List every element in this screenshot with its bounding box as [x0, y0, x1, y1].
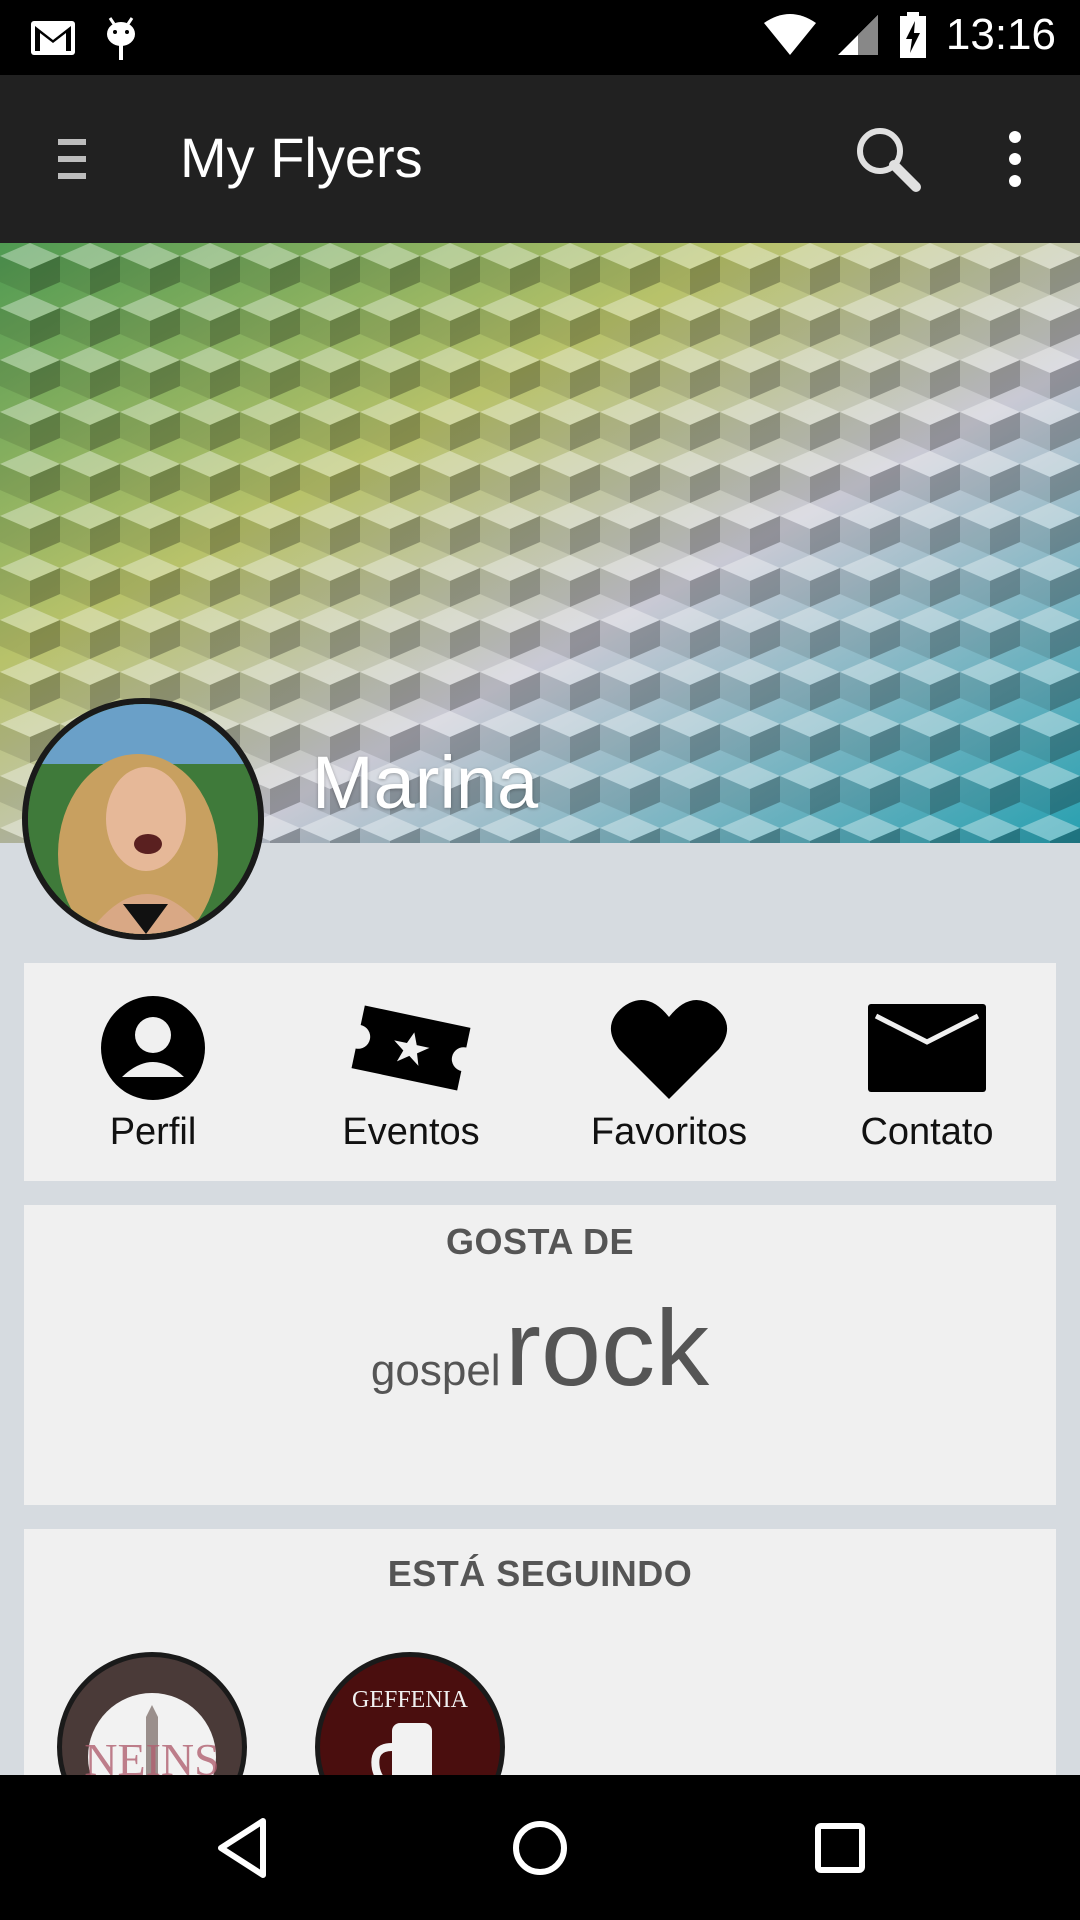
back-icon	[218, 1818, 266, 1878]
recents-icon	[815, 1823, 865, 1873]
home-icon	[513, 1821, 567, 1875]
profile-name: Marina	[312, 741, 539, 824]
nav-perfil[interactable]: Perfil	[24, 993, 282, 1173]
menu-icon	[58, 139, 86, 179]
battery-charging-icon	[899, 12, 926, 58]
nav-label-favoritos: Favoritos	[590, 1111, 748, 1153]
app-title: My Flyers	[180, 126, 423, 189]
tag-rock[interactable]: rock	[505, 1287, 709, 1408]
back-button[interactable]	[205, 1811, 279, 1885]
mail-icon	[868, 1004, 986, 1092]
heart-icon	[610, 999, 728, 1099]
nav-favoritos[interactable]: Favoritos	[540, 993, 798, 1173]
search-icon	[857, 128, 921, 192]
home-button[interactable]	[503, 1811, 577, 1885]
likes-card: GOSTA DE gospel rock	[24, 1205, 1056, 1505]
geffenia-logo-text: GEFFENIA	[352, 1687, 469, 1713]
nav-label-eventos: Eventos	[342, 1111, 480, 1153]
status-time: 13:16	[945, 10, 1056, 59]
tag-gospel[interactable]: gospel	[371, 1346, 501, 1395]
gmail-icon	[31, 21, 75, 55]
avatar-photo	[28, 704, 258, 934]
nav-label-perfil: Perfil	[109, 1111, 197, 1153]
android-debug-icon	[107, 17, 135, 60]
search-button[interactable]	[848, 119, 928, 199]
ticket-icon	[351, 1005, 471, 1091]
system-nav-bar	[0, 1775, 1080, 1920]
likes-heading: GOSTA DE	[445, 1221, 634, 1262]
tag-cloud: gospel rock	[24, 1285, 1056, 1410]
nav-eventos[interactable]: Eventos	[282, 993, 540, 1173]
more-vert-icon	[1009, 131, 1021, 187]
menu-button[interactable]	[48, 129, 108, 189]
nav-contato[interactable]: Contato	[798, 993, 1056, 1173]
nav-label-contato: Contato	[860, 1111, 994, 1153]
profile-nav-card: Perfil Eventos Favoritos Contato	[24, 963, 1056, 1181]
signal-icon	[837, 15, 878, 55]
profile-avatar[interactable]	[22, 698, 264, 940]
overflow-menu-button[interactable]	[990, 125, 1040, 195]
status-bar: 13:16	[0, 0, 1080, 75]
wifi-icon	[763, 14, 816, 55]
app-bar: My Flyers	[0, 75, 1080, 243]
recents-button[interactable]	[803, 1811, 877, 1885]
person-icon	[101, 996, 205, 1100]
following-heading: ESTÁ SEGUINDO	[387, 1553, 693, 1594]
